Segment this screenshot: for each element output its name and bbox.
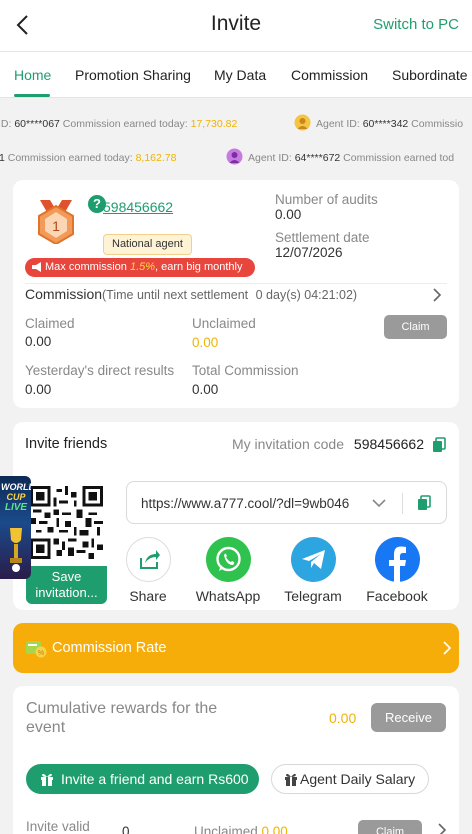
- commission-title: Commission(Time until next settlement 0 …: [25, 286, 358, 302]
- tab-promotion-sharing[interactable]: Promotion Sharing: [75, 67, 191, 83]
- agent-daily-salary-button[interactable]: Agent Daily Salary: [271, 764, 429, 794]
- audits-value: 0.00: [275, 207, 302, 222]
- rank-medal-icon: 1: [38, 200, 74, 244]
- share-option-telegram[interactable]: Telegram: [278, 537, 348, 604]
- claim-button[interactable]: Claim: [358, 820, 422, 834]
- total-commission-value: 0.00: [192, 382, 219, 397]
- tab-home[interactable]: Home: [14, 67, 51, 83]
- cumulative-rewards-value: 0.00: [329, 710, 357, 726]
- yesterday-results-label: Yesterday's direct results: [25, 363, 175, 378]
- chevron-right-icon[interactable]: [436, 822, 448, 834]
- invitation-code-label: My invitation code: [231, 436, 344, 452]
- commission-rate-label: Commission Rate: [52, 640, 167, 656]
- commission-ticker-row-1: ID: 60****067 Commission earned today: 1…: [0, 110, 472, 138]
- settlement-date-label: Settlement date: [275, 230, 370, 245]
- invitation-qr-card: Save invitation...: [26, 482, 107, 604]
- invite-friend-earn-button[interactable]: Invite a friend and earn Rs600: [26, 764, 259, 794]
- gift-icon: [285, 773, 297, 786]
- world-cup-live-promo[interactable]: WORLD CUP LIVE: [0, 476, 31, 579]
- megaphone-icon: [32, 262, 41, 272]
- qr-code-icon: [30, 486, 103, 559]
- claimed-value: 0.00: [25, 334, 52, 349]
- share-option-whatsapp[interactable]: WhatsApp: [193, 537, 263, 604]
- tab-my-data[interactable]: My Data: [214, 67, 266, 83]
- ticker-entry: 1 Commission earned today: 8,162.78: [0, 152, 177, 164]
- top-header: Invite Switch to PC: [0, 0, 472, 52]
- copy-link-icon[interactable]: [417, 495, 431, 511]
- divider: [25, 283, 447, 284]
- share-option-share[interactable]: Share: [113, 537, 183, 604]
- tab-subordinate[interactable]: Subordinate I: [392, 67, 472, 83]
- trophy-icon: [10, 528, 22, 572]
- invitation-link-selector[interactable]: https://www.a777.cool/?dl=9wb046: [126, 481, 447, 524]
- chevron-down-icon[interactable]: [372, 498, 386, 508]
- share-arrow-icon: [125, 537, 171, 582]
- invite-valid-value: 0: [122, 824, 130, 834]
- event-rewards-card: Cumulative rewards for the event 0.00 Re…: [13, 686, 459, 834]
- claimed-label: Claimed: [25, 316, 75, 331]
- chevron-right-icon: [443, 641, 452, 655]
- total-commission-label: Total Commission: [192, 363, 299, 378]
- tab-bar: Home Promotion Sharing My Data Commissio…: [0, 52, 472, 98]
- whatsapp-icon: [205, 537, 251, 582]
- gold-avatar-icon: [294, 114, 311, 131]
- cumulative-rewards-label: Cumulative rewards for the event: [26, 700, 218, 736]
- receive-button[interactable]: Receive: [371, 703, 446, 732]
- unclaimed-label: Unclaimed: [192, 316, 256, 331]
- save-invitation-button[interactable]: Save invitation...: [26, 566, 107, 604]
- chevron-right-icon[interactable]: [431, 287, 443, 303]
- claim-button[interactable]: Claim: [384, 315, 447, 339]
- unclaimed-label: Unclaimed 0.00: [194, 824, 288, 834]
- agent-level-badge: National agent: [103, 234, 192, 255]
- commission-ticker-row-2: 1 Commission earned today: 8,162.78 Agen…: [0, 144, 472, 172]
- divider: [402, 493, 403, 514]
- invitation-link-text: https://www.a777.cool/?dl=9wb046: [141, 496, 350, 511]
- yesterday-results-value: 0.00: [25, 382, 52, 397]
- share-option-facebook[interactable]: Facebook: [362, 537, 432, 604]
- ticker-entry: Agent ID: 60****342 Commissio: [316, 118, 464, 130]
- active-tab-indicator: [14, 94, 50, 97]
- rank-number: 1: [52, 218, 60, 234]
- invitation-code-value: 598456662: [353, 436, 424, 452]
- switch-to-pc-link[interactable]: Switch to PC: [373, 16, 459, 33]
- settlement-date-value: 12/07/2026: [275, 245, 343, 260]
- ticker-entry: Agent ID: 64****672 Commission earned to…: [248, 152, 455, 164]
- audits-label: Number of audits: [275, 192, 378, 207]
- agent-id-link[interactable]: 598456662: [103, 199, 173, 215]
- purple-avatar-icon: [226, 148, 243, 165]
- invite-valid-label: Invite valid: [26, 819, 90, 834]
- max-commission-banner: Max commission 1.5%, earn big monthly: [25, 258, 255, 277]
- invite-friends-card: Invite friends My invitation code 598456…: [0, 422, 459, 610]
- agent-commission-card: 1 ? 598456662 National agent Max commiss…: [13, 180, 459, 408]
- copy-code-icon[interactable]: [432, 437, 446, 453]
- svg-text:%: %: [38, 650, 44, 657]
- rate-wallet-icon: %: [26, 641, 47, 658]
- ticker-entry: ID: 60****067 Commission earned today: 1…: [0, 118, 238, 130]
- gift-icon: [41, 773, 53, 786]
- commission-rate-bar[interactable]: % Commission Rate: [13, 623, 459, 673]
- invite-friends-title: Invite friends: [25, 436, 108, 452]
- unclaimed-value: 0.00: [192, 335, 219, 350]
- facebook-icon: [374, 537, 420, 582]
- telegram-icon: [290, 537, 336, 582]
- tab-commission[interactable]: Commission: [291, 67, 368, 83]
